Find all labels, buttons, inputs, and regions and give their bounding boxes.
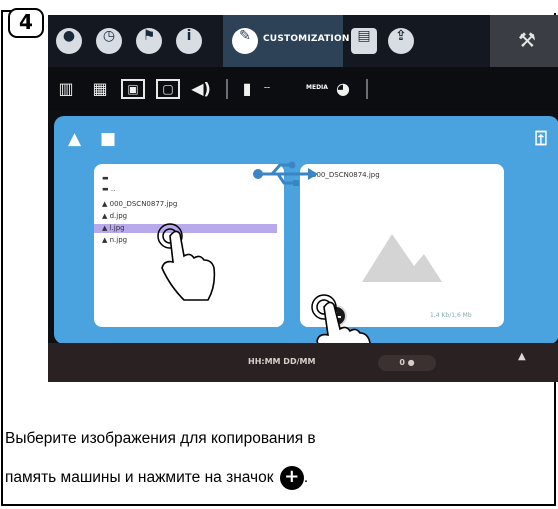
divider xyxy=(366,79,368,99)
book-open-icon[interactable]: ▦ xyxy=(88,79,112,99)
frame-gap xyxy=(40,9,558,13)
clock-icon[interactable]: ◷ xyxy=(96,28,122,54)
device-screen: ● ◷ ⚑ i ✎ CUSTOMIZATION ▤ ⇪ ⚒ ▥ ▦ ▣ ▢ ◀)… xyxy=(48,15,558,382)
upload-person-icon[interactable]: ⇪ xyxy=(388,28,414,54)
media-tab[interactable]: ┄ xyxy=(256,79,278,99)
palette-icon[interactable]: ◕ xyxy=(331,79,355,99)
info-icon[interactable]: i xyxy=(176,28,202,54)
export-icon[interactable]: ⍐ xyxy=(535,126,547,150)
usb-icon xyxy=(253,161,318,186)
list-item[interactable]: ▬ .. xyxy=(102,185,115,194)
preview-size: 1,4 Kb/1,6 Mb xyxy=(430,312,472,319)
pencil-icon: ✎ xyxy=(232,28,258,54)
mountain-placeholder-icon xyxy=(362,234,442,282)
usb-drive-icon[interactable]: ▮ xyxy=(240,79,254,99)
instruction-line-1: Выберите изображения для копирования в xyxy=(5,430,316,447)
hand-pointer-icon xyxy=(157,223,216,301)
video-tab-icon[interactable]: ■ xyxy=(100,129,116,149)
list-item[interactable]: ▲ 000_DSCN0877.jpg xyxy=(102,200,177,209)
instruction-line-2: память машины и нажмите на значок +. xyxy=(5,466,308,490)
image-tab-icon[interactable]: ▲ xyxy=(68,129,81,149)
tab-customization[interactable]: ✎ CUSTOMIZATION xyxy=(223,15,349,67)
media-label: MEDIA xyxy=(306,84,328,91)
book-icon[interactable]: ▥ xyxy=(54,79,78,99)
drop-icon[interactable]: ● xyxy=(56,28,82,54)
list-item[interactable]: ▲ d.jpg xyxy=(102,212,127,221)
chevron-up-icon[interactable]: ▲ xyxy=(518,351,526,362)
tab-customization-label: CUSTOMIZATION xyxy=(263,34,350,44)
divider xyxy=(226,79,228,99)
screen-icon[interactable]: ▢ xyxy=(156,79,180,99)
time-display: HH:MM DD/MM xyxy=(248,357,316,366)
plus-circle-icon: + xyxy=(279,466,304,490)
top-menu-bar: ● ◷ ⚑ i ✎ CUSTOMIZATION ▤ ⇪ ⚒ xyxy=(48,15,558,67)
settings-tab[interactable]: ⚒ xyxy=(490,15,558,67)
flag-icon[interactable]: ⚑ xyxy=(136,28,162,54)
file-list: ▬ ▬ .. ▲ 000_DSCN0877.jpg ▲ d.jpg ▲ l.jp… xyxy=(94,164,284,327)
picture-frame-icon[interactable]: ▣ xyxy=(121,79,145,99)
status-bar: HH:MM DD/MM 0 ● ▲ xyxy=(48,343,558,382)
step-number-badge: 4 xyxy=(8,8,44,38)
status-pill[interactable]: 0 ● xyxy=(378,355,436,371)
list-item[interactable]: ▲ n.jpg xyxy=(102,236,127,245)
media-sub-menu: ▥ ▦ ▣ ▢ ◀) ▮ ┄ MEDIA ◕ xyxy=(48,67,558,111)
preview-filename: 000_DSCN0874.jpg xyxy=(312,171,380,179)
wrench-icon: ⚒ xyxy=(518,28,536,52)
list-item[interactable]: ▬ xyxy=(102,174,109,183)
speaker-icon[interactable]: ◀) xyxy=(188,79,214,99)
document-icon[interactable]: ▤ xyxy=(351,28,377,54)
